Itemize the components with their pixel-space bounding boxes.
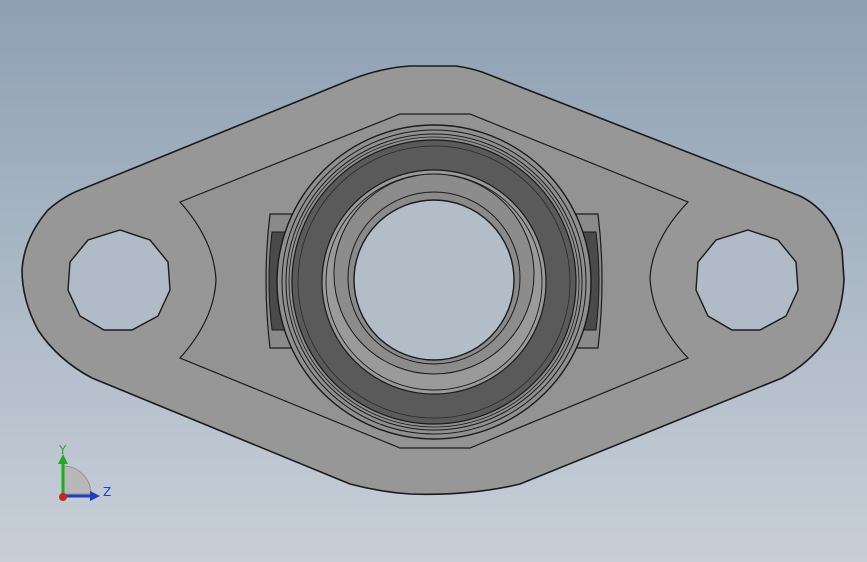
orientation-triad: Y Z xyxy=(58,443,111,501)
bolt-hole-right[interactable] xyxy=(695,229,799,331)
triad-x-axis-dot xyxy=(59,493,67,501)
triad-z-label: Z xyxy=(103,485,111,499)
flange-bearing-model[interactable] xyxy=(0,0,867,562)
triad-y-label: Y xyxy=(58,443,67,457)
triad-z-arrow xyxy=(90,491,100,501)
triad-quadrant xyxy=(62,465,92,495)
bearing-bore xyxy=(353,199,515,361)
cad-viewport[interactable]: Y Z xyxy=(0,0,867,562)
bolt-hole-left[interactable] xyxy=(67,229,171,331)
